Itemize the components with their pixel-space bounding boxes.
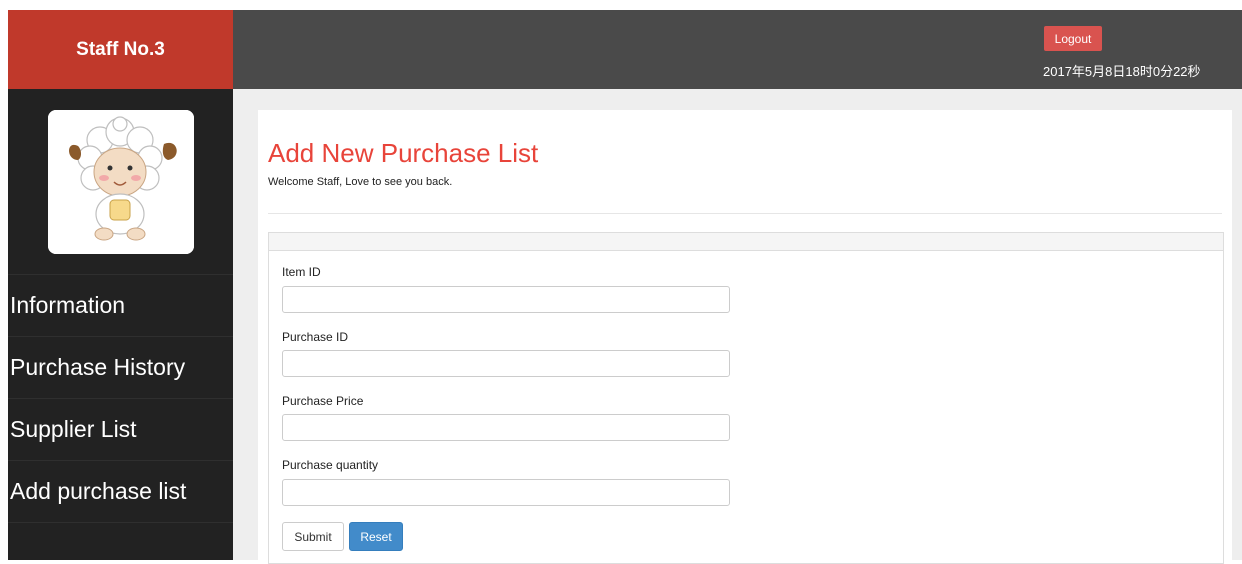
item-id-label: Item ID xyxy=(282,265,321,279)
purchase-price-label: Purchase Price xyxy=(282,394,364,408)
sidebar-item-information[interactable]: Information xyxy=(8,275,233,337)
sidebar-nav: Information Purchase History Supplier Li… xyxy=(8,274,233,523)
datetime-display: 2017年5月8日18时0分22秒 xyxy=(1043,64,1201,79)
logout-button[interactable]: Logout xyxy=(1044,26,1102,51)
purchase-form: Item ID Purchase ID Purchase Price Purch… xyxy=(268,232,1224,564)
purchase-quantity-input[interactable] xyxy=(282,479,730,506)
brand-title: Staff No.3 xyxy=(8,10,233,89)
app-frame: Staff No.3 Information Purchase History … xyxy=(8,10,1242,564)
sheep-avatar-icon xyxy=(47,109,194,254)
sidebar-item-supplier-list[interactable]: Supplier List xyxy=(8,399,233,461)
sidebar-item-purchase-history[interactable]: Purchase History xyxy=(8,337,233,399)
welcome-text: Welcome Staff, Love to see you back. xyxy=(268,176,453,188)
main-panel: Add New Purchase List Welcome Staff, Lov… xyxy=(258,110,1232,564)
divider xyxy=(268,213,1222,214)
item-id-input[interactable] xyxy=(282,286,730,313)
purchase-id-input[interactable] xyxy=(282,350,730,377)
reset-button[interactable]: Reset xyxy=(349,522,403,551)
sidebar: Staff No.3 Information Purchase History … xyxy=(8,10,233,560)
purchase-id-label: Purchase ID xyxy=(282,330,349,344)
submit-button[interactable]: Submit xyxy=(282,522,344,551)
purchase-quantity-label: Purchase quantity xyxy=(282,458,379,472)
purchase-price-input[interactable] xyxy=(282,414,730,441)
top-bar: Logout 2017年5月8日18时0分22秒 xyxy=(233,10,1242,89)
sidebar-item-add-purchase-list[interactable]: Add purchase list xyxy=(8,461,233,523)
form-header xyxy=(269,233,1223,251)
page-title: Add New Purchase List xyxy=(268,138,539,168)
avatar xyxy=(47,109,194,254)
avatar-container xyxy=(8,89,233,274)
